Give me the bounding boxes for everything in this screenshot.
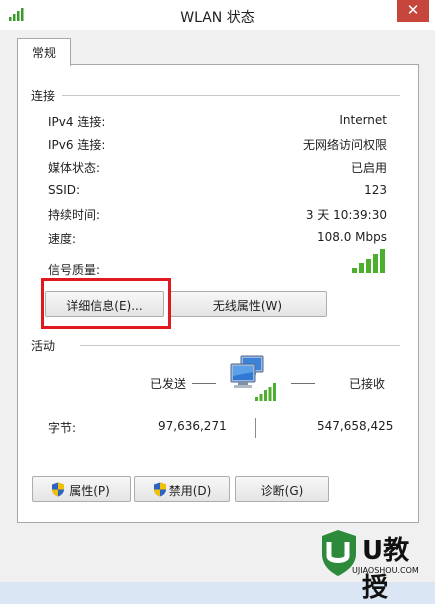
ipv6-label: IPv6 连接: [48, 138, 106, 152]
properties-button[interactable]: 属性(P) [32, 476, 131, 502]
wireless-properties-button-label: 无线属性(W) [212, 299, 283, 313]
signal-bar [268, 387, 272, 401]
speed-value: 108.0 Mbps [316, 230, 387, 244]
connection-divider [62, 95, 400, 96]
ipv4-label: IPv4 连接: [48, 115, 106, 129]
duration-label: 持续时间: [48, 208, 101, 222]
sent-dash [192, 383, 216, 384]
details-button-label: 详细信息(E)... [66, 299, 143, 313]
signal-bar [264, 390, 267, 401]
activity-signal-icon [255, 383, 276, 401]
signal-bar [366, 259, 371, 273]
window-title: WLAN 状态 [180, 10, 255, 26]
tab-general[interactable]: 常规 [17, 38, 71, 66]
signal-strength-icon [352, 249, 385, 273]
sent-label: 已发送 [150, 377, 187, 391]
properties-button-label: 属性(P) [69, 484, 110, 498]
signal-bar [352, 268, 357, 273]
diagnose-button[interactable]: 诊断(G) [235, 476, 329, 502]
wireless-properties-button[interactable]: 无线属性(W) [168, 291, 327, 317]
signal-quality-label: 信号质量: [48, 263, 101, 277]
ssid-label: SSID: [48, 183, 81, 197]
ssid-value: 123 [364, 183, 387, 197]
activity-divider [80, 345, 400, 346]
disable-button[interactable]: 禁用(D) [134, 476, 230, 502]
close-button[interactable]: ✕ [397, 0, 429, 22]
signal-bar [380, 249, 385, 273]
media-state-label: 媒体状态: [48, 161, 101, 175]
ipv6-value: 无网络访问权限 [302, 138, 387, 152]
close-icon: ✕ [406, 1, 420, 19]
bytes-received-value: 547,658,425 [317, 419, 394, 433]
media-state-value: 已启用 [350, 161, 387, 175]
details-button[interactable]: 详细信息(E)... [45, 291, 164, 317]
ipv4-value: Internet [339, 113, 387, 127]
connection-section-label: 连接 [31, 89, 56, 103]
signal-bar [373, 254, 378, 273]
activity-section-label: 活动 [31, 339, 56, 353]
tab-general-label: 常规 [31, 46, 56, 60]
speed-label: 速度: [48, 232, 77, 246]
bytes-sent-value: 97,636,271 [158, 419, 227, 433]
received-dash [291, 383, 315, 384]
signal-bar [259, 394, 263, 401]
duration-value: 3 天 10:39:30 [305, 208, 387, 222]
bytes-label: 字节: [48, 421, 77, 435]
disable-button-label: 禁用(D) [168, 484, 212, 498]
bytes-separator [255, 418, 256, 438]
signal-bar [255, 397, 258, 401]
wlan-status-window: WLAN 状态 ✕ 常规 连接 IPv4 连接: Internet IPv6 连… [0, 0, 435, 603]
signal-bar [273, 383, 276, 401]
signal-bar [359, 263, 364, 273]
diagnose-button-label: 诊断(G) [260, 484, 304, 498]
title-bar: WLAN 状态 ✕ [0, 0, 435, 30]
ujiaoshou-watermark: U教授 UJIAOSHOU.COM [312, 528, 432, 603]
watermark-url: UJIAOSHOU.COM [352, 566, 419, 575]
received-label: 已接收 [349, 377, 386, 391]
